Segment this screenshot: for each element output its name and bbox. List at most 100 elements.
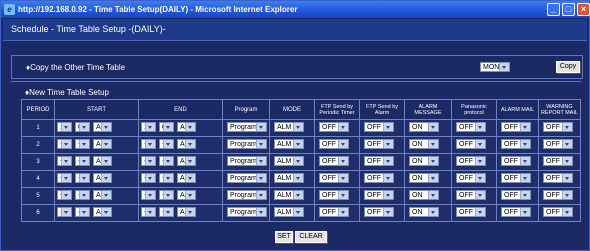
program-select[interactable]: Program1 bbox=[227, 190, 267, 200]
ftp-timer-select[interactable]: OFF bbox=[319, 156, 349, 166]
sh-select[interactable]: -- bbox=[57, 190, 72, 200]
eh-select[interactable]: -- bbox=[141, 173, 156, 183]
sap-select[interactable]: AM bbox=[93, 156, 112, 166]
alarm-msg-select[interactable]: ON bbox=[409, 122, 439, 132]
eh-select[interactable]: 12 bbox=[141, 122, 156, 132]
protocol-select[interactable]: OFF bbox=[456, 156, 486, 166]
em-select[interactable]: -- bbox=[159, 156, 174, 166]
mode-select[interactable]: ALM bbox=[274, 156, 304, 166]
ftp-alarm-cell: OFF bbox=[359, 204, 405, 222]
sh-select[interactable]: -- bbox=[57, 156, 72, 166]
sap-select[interactable]: AM bbox=[93, 207, 112, 217]
em-select[interactable]: -- bbox=[159, 207, 174, 217]
sm-select[interactable]: -- bbox=[75, 156, 90, 166]
protocol-select[interactable]: OFF bbox=[456, 139, 486, 149]
alarm-msg-select[interactable]: ON bbox=[409, 173, 439, 183]
program-select[interactable]: Program1 bbox=[227, 122, 267, 132]
sh-select[interactable]: -- bbox=[57, 207, 72, 217]
warn-mail-select[interactable]: OFF bbox=[543, 207, 573, 217]
set-button[interactable]: SET bbox=[275, 231, 293, 243]
ftp-alarm-select[interactable]: OFF bbox=[364, 156, 394, 166]
em-select[interactable]: 00 bbox=[159, 122, 174, 132]
sh-select[interactable]: -- bbox=[57, 139, 72, 149]
sh-select[interactable]: 12 bbox=[57, 122, 72, 132]
eap-select[interactable]: AM bbox=[177, 156, 196, 166]
ftp-alarm-select[interactable]: OFF bbox=[364, 190, 394, 200]
eap-select[interactable]: AM bbox=[177, 207, 196, 217]
mode-select[interactable]: ALM bbox=[274, 207, 304, 217]
warn-mail-select[interactable]: OFF bbox=[543, 173, 573, 183]
minimize-button[interactable]: _ bbox=[547, 3, 560, 16]
mode-select[interactable]: ALM bbox=[274, 122, 304, 132]
warn-mail-select[interactable]: OFF bbox=[543, 190, 573, 200]
alarm-mail-cell: OFF bbox=[496, 153, 539, 171]
program-select[interactable]: Program1 bbox=[227, 139, 267, 149]
sh-select[interactable]: -- bbox=[57, 173, 72, 183]
chevron-down-icon bbox=[101, 123, 111, 131]
copy-button[interactable]: Copy bbox=[556, 61, 580, 73]
program-select[interactable]: Program1 bbox=[227, 207, 267, 217]
em-select[interactable]: -- bbox=[159, 173, 174, 183]
em-select[interactable]: -- bbox=[159, 190, 174, 200]
sap-select[interactable]: AM bbox=[93, 190, 112, 200]
alarm-msg-select[interactable]: ON bbox=[409, 207, 439, 217]
sm-select[interactable]: 00 bbox=[75, 122, 90, 132]
chevron-down-icon bbox=[185, 140, 195, 148]
alarm-mail-select[interactable]: OFF bbox=[501, 207, 531, 217]
alarm-mail-select[interactable]: OFF bbox=[501, 122, 531, 132]
ftp-alarm-select[interactable]: OFF bbox=[364, 207, 394, 217]
alarm-msg-select[interactable]: ON bbox=[409, 139, 439, 149]
ftp-timer-select[interactable]: OFF bbox=[319, 122, 349, 132]
sm-select[interactable]: -- bbox=[75, 173, 90, 183]
warn-mail-select[interactable]: OFF bbox=[543, 139, 573, 149]
alarm-mail-select[interactable]: OFF bbox=[501, 139, 531, 149]
eap-select[interactable]: AM bbox=[177, 173, 196, 183]
ftp-timer-select[interactable]: OFF bbox=[319, 139, 349, 149]
mode-select[interactable]: ALM bbox=[274, 173, 304, 183]
clear-button[interactable]: CLEAR bbox=[295, 231, 327, 243]
protocol-select[interactable]: OFF bbox=[456, 173, 486, 183]
eap-select[interactable]: AM bbox=[177, 190, 196, 200]
chevron-down-icon bbox=[562, 191, 572, 199]
warn-mail-select[interactable]: OFF bbox=[543, 122, 573, 132]
eap-select[interactable]: AM bbox=[177, 139, 196, 149]
protocol-select[interactable]: OFF bbox=[456, 207, 486, 217]
sap-select[interactable]: AM bbox=[93, 122, 112, 132]
close-button[interactable]: × bbox=[577, 3, 590, 16]
alarm-mail-select[interactable]: OFF bbox=[501, 156, 531, 166]
ftp-timer-select[interactable]: OFF bbox=[319, 190, 349, 200]
alarm-msg-select[interactable]: ON bbox=[409, 156, 439, 166]
sap-select[interactable]: AM bbox=[93, 173, 112, 183]
program-cell: Program1 bbox=[222, 153, 270, 171]
eh-select[interactable]: -- bbox=[141, 190, 156, 200]
ftp-alarm-select[interactable]: OFF bbox=[364, 173, 394, 183]
sm-select[interactable]: -- bbox=[75, 139, 90, 149]
ftp-timer-select[interactable]: OFF bbox=[319, 207, 349, 217]
ftp-alarm-select[interactable]: OFF bbox=[364, 139, 394, 149]
mode-select[interactable]: ALM bbox=[274, 139, 304, 149]
copy-day-select[interactable]: MON bbox=[480, 62, 510, 72]
alarm-msg-select[interactable]: ON bbox=[409, 190, 439, 200]
sm-select[interactable]: -- bbox=[75, 190, 90, 200]
alarm-mail-select[interactable]: OFF bbox=[501, 173, 531, 183]
table-row: 2----AM----AMProgram1ALMOFFOFFONOFFOFFOF… bbox=[21, 136, 581, 154]
protocol-select[interactable]: OFF bbox=[456, 122, 486, 132]
alarm-msg-cell: ON bbox=[404, 153, 452, 171]
maximize-button[interactable]: □ bbox=[562, 3, 575, 16]
sap-select[interactable]: AM bbox=[93, 139, 112, 149]
warn-mail-select[interactable]: OFF bbox=[543, 156, 573, 166]
program-select[interactable]: Program1 bbox=[227, 156, 267, 166]
em-select[interactable]: -- bbox=[159, 139, 174, 149]
protocol-select[interactable]: OFF bbox=[456, 190, 486, 200]
mode-select[interactable]: ALM bbox=[274, 190, 304, 200]
eh-select[interactable]: -- bbox=[141, 139, 156, 149]
eap-select[interactable]: AM bbox=[177, 122, 196, 132]
program-select[interactable]: Program1 bbox=[227, 173, 267, 183]
end-time-cell: ----AM bbox=[138, 136, 223, 154]
eh-select[interactable]: -- bbox=[141, 207, 156, 217]
ftp-timer-select[interactable]: OFF bbox=[319, 173, 349, 183]
sm-select[interactable]: -- bbox=[75, 207, 90, 217]
ftp-alarm-select[interactable]: OFF bbox=[364, 122, 394, 132]
eh-select[interactable]: -- bbox=[141, 156, 156, 166]
alarm-mail-select[interactable]: OFF bbox=[501, 190, 531, 200]
